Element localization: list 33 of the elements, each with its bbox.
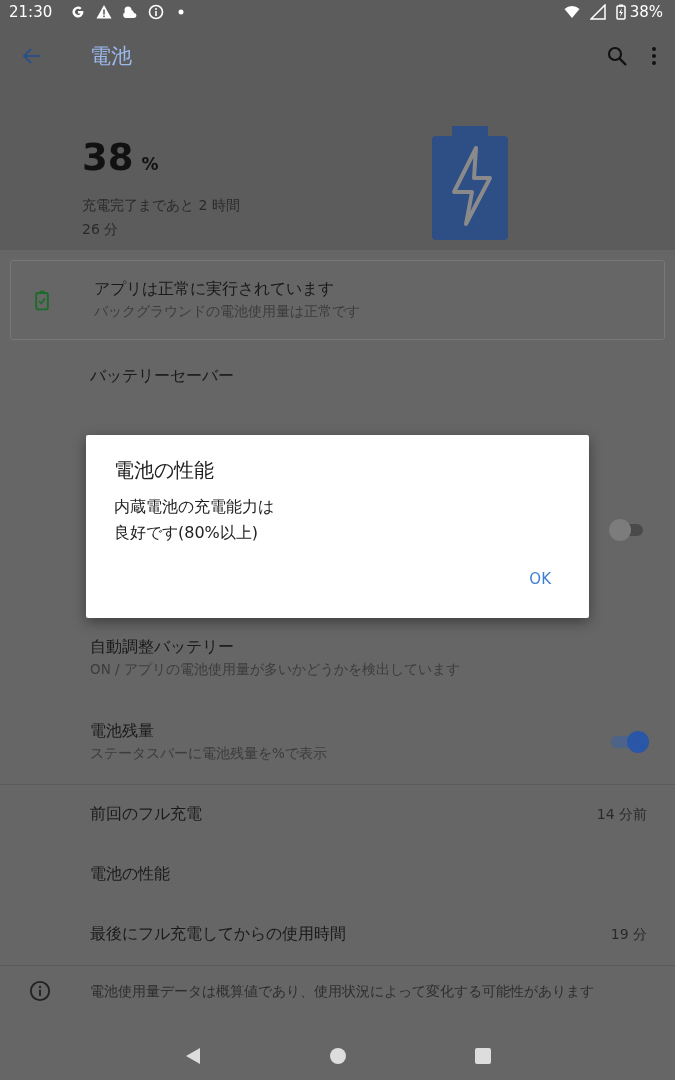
battery-check-icon (35, 288, 49, 311)
card-title: アプリは正常に実行されています (94, 278, 335, 300)
setting-title: バッテリーセーバー (90, 365, 235, 387)
battery-level-percent: 38 (82, 136, 134, 180)
page-title: 電池 (90, 43, 132, 71)
info-row[interactable]: 最後にフル充電してからの使用時間 19 分 (0, 904, 675, 965)
info-title: 前回のフル充電 (90, 804, 202, 825)
setting-title: 電池残量 (90, 720, 155, 742)
info-title: 電池の性能 (90, 864, 170, 885)
info-icon (148, 4, 165, 21)
notification-dot-icon (178, 9, 185, 16)
info-icon (29, 979, 51, 1002)
info-row[interactable]: 電池の性能 (0, 844, 675, 905)
percent-unit: % (141, 154, 159, 175)
ok-button[interactable]: OK (519, 564, 561, 594)
setting-title: 自動調整バッテリー (90, 636, 235, 658)
warning-icon (96, 4, 113, 21)
info-title: 最後にフル充電してからの使用時間 (90, 924, 346, 945)
signal-icon (589, 4, 606, 21)
battery-charging-icon (432, 126, 508, 241)
recents-square-icon[interactable] (473, 1046, 492, 1065)
dialog-message: 内蔵電池の充電能力は (114, 496, 274, 518)
info-value: 19 分 (610, 925, 647, 944)
info-value: 14 分前 (596, 805, 647, 824)
home-circle-icon[interactable] (328, 1046, 347, 1065)
info-row[interactable]: 前回のフル充電 14 分前 (0, 784, 675, 845)
weather-icon (122, 4, 139, 21)
toggle-switch[interactable] (609, 518, 645, 541)
battery-percent: 38% (629, 3, 663, 22)
dialog-title: 電池の性能 (114, 457, 215, 484)
dialog-message: 良好です(80%以上) (114, 522, 259, 544)
battery-charging-icon (615, 4, 626, 21)
status-time: 21:30 (9, 3, 53, 22)
